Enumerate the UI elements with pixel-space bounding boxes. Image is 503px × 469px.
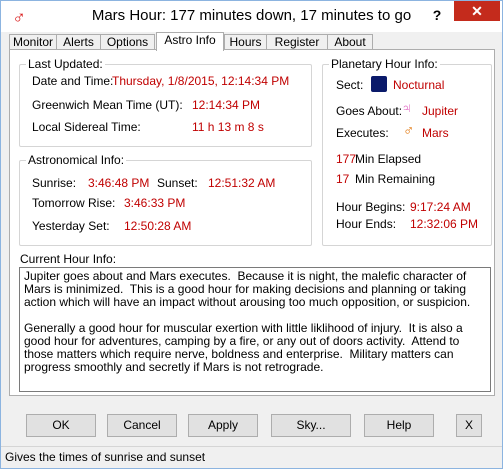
- last-updated-heading: Last Updated:: [26, 57, 105, 71]
- elapsed-number: 177: [336, 152, 357, 166]
- yesterday-set-value: 12:50:28 AM: [124, 219, 192, 233]
- sunrise-label: Sunrise:: [32, 176, 77, 190]
- goes-about-label: Goes About:: [336, 104, 403, 118]
- tomorrow-rise-value: 3:46:33 PM: [124, 196, 186, 210]
- date-time-value: Thursday, 1/8/2015, 12:14:34 PM: [112, 74, 290, 88]
- jupiter-symbol-icon: ♃: [401, 100, 413, 117]
- help-button[interactable]: Help: [364, 414, 434, 437]
- hour-begins-label: Hour Begins:: [336, 200, 406, 214]
- elapsed-label: Min Elapsed: [355, 152, 422, 166]
- close-window-button[interactable]: ✕: [454, 1, 500, 21]
- gmt-label: Greenwich Mean Time (UT):: [32, 98, 183, 112]
- goes-about-value: Jupiter: [422, 104, 459, 118]
- tomorrow-rise-label: Tomorrow Rise:: [32, 196, 116, 210]
- help-icon[interactable]: ?: [429, 5, 445, 25]
- main-window: ♂ Mars Hour: 177 minutes down, 17 minute…: [0, 0, 503, 469]
- sky-button[interactable]: Sky...: [271, 414, 351, 437]
- ok-button[interactable]: OK: [26, 414, 96, 437]
- executes-label: Executes:: [336, 126, 389, 140]
- yesterday-set-label: Yesterday Set:: [32, 219, 110, 233]
- sect-value: Nocturnal: [393, 78, 445, 92]
- gmt-value: 12:14:34 PM: [192, 98, 261, 112]
- apply-button[interactable]: Apply: [188, 414, 258, 437]
- close-button[interactable]: X: [456, 414, 482, 437]
- sect-label: Sect:: [336, 78, 364, 92]
- sunrise-value: 3:46:48 PM: [88, 176, 150, 190]
- current-hour-heading: Current Hour Info:: [20, 252, 117, 266]
- current-hour-textbox[interactable]: Jupiter goes about and Mars executes. Be…: [19, 267, 491, 392]
- nocturnal-moon-icon: [371, 76, 387, 92]
- astronomical-heading: Astronomical Info:: [26, 153, 127, 167]
- status-text: Gives the times of sunrise and sunset: [5, 450, 206, 464]
- remaining-label: Min Remaining: [355, 172, 436, 186]
- window-title: Mars Hour: 177 minutes down, 17 minutes …: [91, 7, 412, 24]
- tab-astro-info[interactable]: Astro Info: [156, 32, 224, 51]
- lst-label: Local Sidereal Time:: [32, 120, 141, 134]
- hour-ends-label: Hour Ends:: [336, 217, 397, 231]
- remaining-number: 17: [336, 172, 350, 186]
- sunset-label: Sunset:: [157, 176, 198, 190]
- sunset-value: 12:51:32 AM: [208, 176, 276, 190]
- date-time-label: Date and Time:: [32, 74, 114, 88]
- planetary-heading: Planetary Hour Info:: [329, 57, 440, 71]
- current-hour-text: Jupiter goes about and Mars executes. Be…: [24, 269, 471, 374]
- hour-ends-value: 12:32:06 PM: [410, 217, 479, 231]
- lst-value: 11 h 13 m 8 s: [192, 120, 264, 134]
- executes-value: Mars: [422, 126, 449, 140]
- title-bar: ♂ Mars Hour: 177 minutes down, 17 minute…: [1, 1, 502, 32]
- status-bar: Gives the times of sunrise and sunset: [1, 446, 502, 468]
- cancel-button[interactable]: Cancel: [107, 414, 177, 437]
- hour-begins-value: 9:17:24 AM: [410, 200, 471, 214]
- mars-symbol-icon: ♂: [403, 122, 415, 139]
